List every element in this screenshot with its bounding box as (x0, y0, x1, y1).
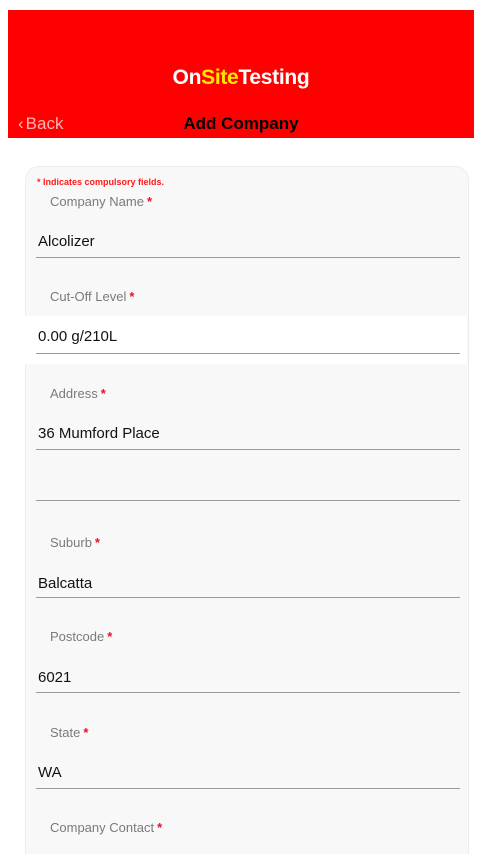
logo-on-text: On (172, 66, 202, 89)
cutoff-level-underline (36, 353, 460, 354)
chevron-left-icon: ‹ (18, 114, 24, 133)
logo-testing-text: Testing (238, 66, 310, 89)
required-asterisk: * (83, 725, 89, 740)
required-asterisk: * (94, 535, 100, 550)
address-line1-input[interactable]: 36 Mumford Place (38, 425, 160, 442)
required-asterisk: * (129, 289, 135, 304)
suburb-input[interactable]: Balcatta (38, 575, 92, 592)
back-button-label: Back (25, 114, 64, 133)
company-contact-label-text: Company Contact (50, 820, 155, 835)
company-name-underline (36, 257, 460, 258)
suburb-underline (36, 597, 460, 598)
postcode-underline (36, 692, 460, 693)
postcode-label-text: Postcode (50, 629, 105, 644)
state-label: State * (50, 725, 88, 740)
company-name-label-text: Company Name (50, 194, 144, 209)
company-contact-label: Company Contact * (50, 820, 162, 835)
required-asterisk: * (100, 386, 106, 401)
form-card (25, 166, 469, 854)
add-company-screen: OnSiteTesting Add Company ‹ Back * Indica… (0, 0, 481, 854)
company-name-input[interactable]: Alcolizer (38, 233, 95, 250)
required-asterisk: * (107, 629, 113, 644)
address-label-text: Address (50, 386, 98, 401)
state-label-text: State (50, 725, 81, 740)
address-line2-underline (36, 500, 460, 501)
address-line1-underline (36, 449, 460, 450)
back-button[interactable]: ‹ Back (18, 114, 63, 134)
postcode-label: Postcode * (50, 629, 112, 644)
state-underline (36, 788, 460, 789)
logo-site-text: Site (201, 66, 239, 89)
required-asterisk: * (157, 820, 163, 835)
page-title: Add Company (183, 114, 299, 133)
company-name-label: Company Name * (50, 194, 152, 209)
suburb-label-text: Suburb (50, 535, 92, 550)
cutoff-level-label: Cut-Off Level * (50, 289, 134, 304)
required-asterisk: * (146, 194, 152, 209)
suburb-label: Suburb * (50, 535, 100, 550)
cutoff-level-label-text: Cut-Off Level (50, 289, 127, 304)
cutoff-level-input[interactable]: 0.00 g/210L (38, 328, 117, 345)
compulsory-note: * Indicates compulsory fields. (37, 177, 165, 187)
app-logo: OnSiteTesting (8, 66, 474, 90)
address-label: Address * (50, 386, 106, 401)
postcode-input[interactable]: 6021 (38, 669, 71, 686)
state-input[interactable]: WA (38, 764, 62, 781)
app-header: OnSiteTesting Add Company ‹ Back (8, 10, 474, 138)
